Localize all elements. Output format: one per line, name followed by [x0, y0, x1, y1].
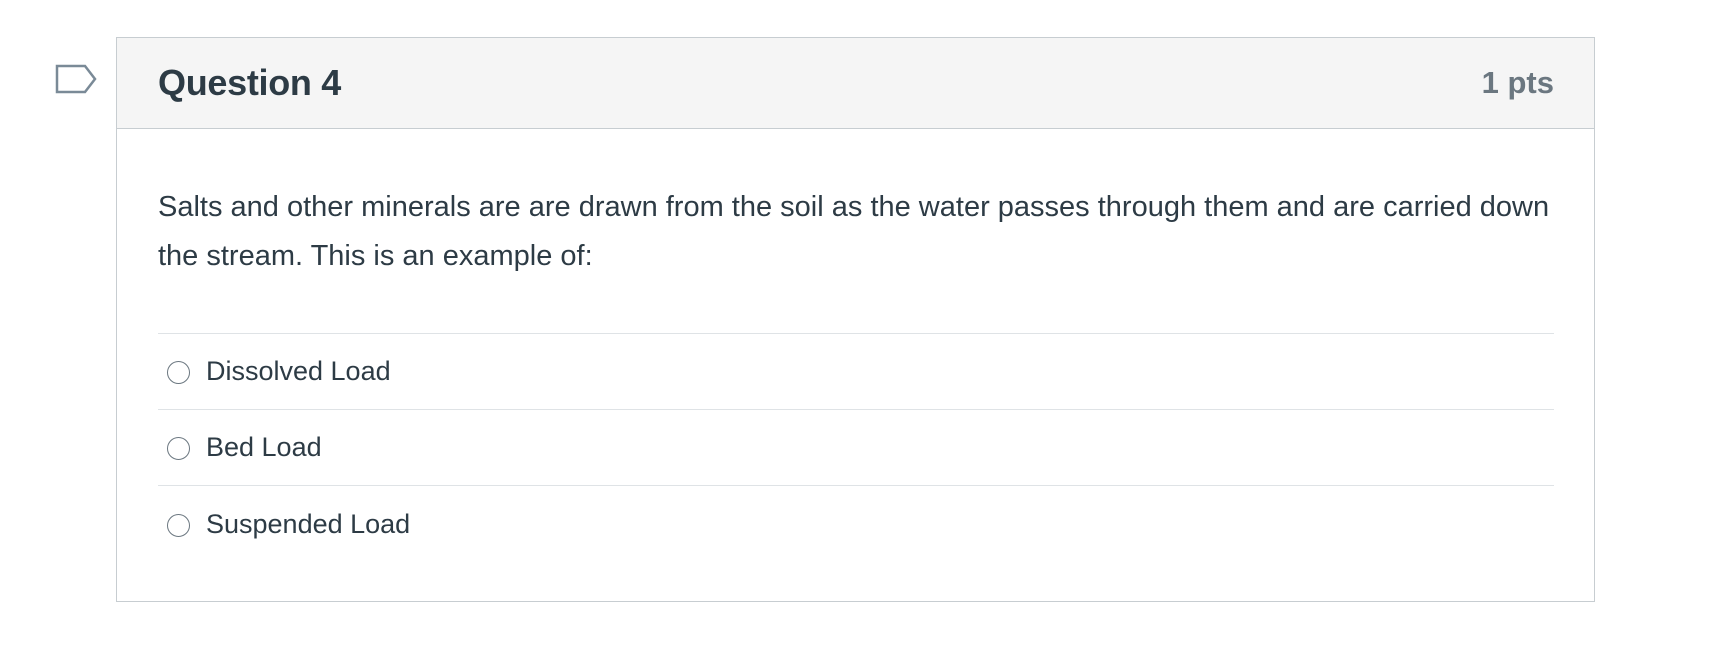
radio-button[interactable] [167, 513, 190, 537]
question-text: Salts and other minerals are are drawn f… [158, 191, 1550, 272]
answer-option-bed-load[interactable]: Bed Load [158, 410, 1554, 486]
flag-question-button[interactable] [55, 64, 99, 98]
question-card: Question 4 1 pts Salts and other mineral… [116, 37, 1595, 602]
question-header: Question 4 1 pts [117, 38, 1594, 129]
question-points: 1 pts [1481, 65, 1554, 100]
answer-label: Dissolved Load [206, 356, 391, 386]
answer-label: Suspended Load [206, 508, 411, 539]
radio-button[interactable] [167, 361, 190, 384]
answer-label: Bed Load [206, 432, 322, 462]
question-title: Question 4 [158, 62, 342, 103]
answer-list: Dissolved Load Bed Load Suspended Load [158, 333, 1554, 562]
radio-button[interactable] [167, 437, 190, 460]
question-body: Salts and other minerals are are drawn f… [117, 129, 1594, 562]
answer-option-suspended-load[interactable]: Suspended Load [158, 486, 1554, 562]
quiz-page: Question 4 1 pts Salts and other mineral… [0, 0, 1714, 654]
flag-question-icon [55, 64, 99, 98]
answer-option-dissolved-load[interactable]: Dissolved Load [158, 334, 1554, 410]
